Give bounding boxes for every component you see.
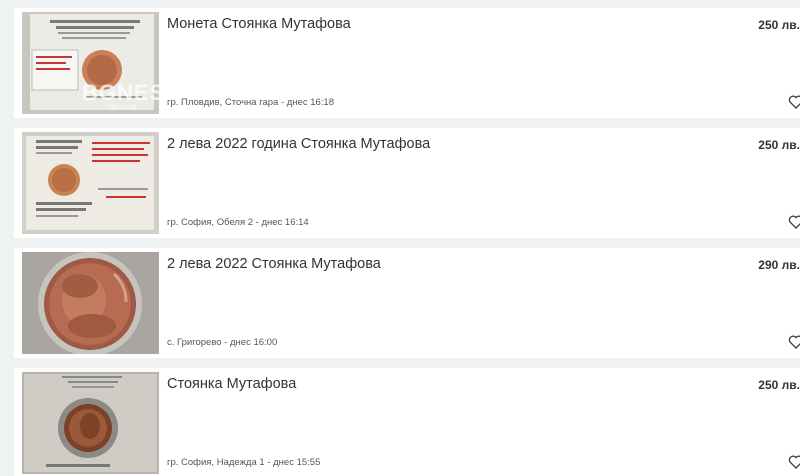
- watermark-subtext: bgnes.bg: [108, 104, 137, 111]
- listing-photo[interactable]: [22, 372, 159, 474]
- listing-title[interactable]: 2 лева 2022 година Стоянка Мутафова: [167, 136, 430, 152]
- listing-location-time: гр. Пловдив, Сточна гара - днес 16:18: [167, 97, 334, 108]
- listing-card[interactable]: BGNES bgnes.bg Монета Стоянка Мутафова г…: [14, 8, 800, 118]
- heart-outline-icon[interactable]: [788, 214, 800, 230]
- watermark-logo: BGNES: [82, 80, 159, 105]
- listing-location-time: гр. София, Надежда 1 - днес 15:55: [167, 457, 321, 468]
- listing-photo[interactable]: [22, 132, 159, 234]
- heart-outline-icon[interactable]: [788, 334, 800, 350]
- listing-title[interactable]: 2 лева 2022 Стоянка Мутафова: [167, 256, 381, 272]
- listing-photo[interactable]: [22, 252, 159, 354]
- heart-outline-icon[interactable]: [788, 94, 800, 110]
- listing-card[interactable]: 2 лева 2022 Стоянка Мутафова с. Григорев…: [14, 248, 800, 358]
- listing-card[interactable]: 2 лева 2022 година Стоянка Мутафова гр. …: [14, 128, 800, 238]
- listing-title[interactable]: Стоянка Мутафова: [167, 376, 296, 392]
- listing-price: 290 лв.: [758, 258, 800, 272]
- listing-title[interactable]: Монета Стоянка Мутафова: [167, 16, 351, 32]
- listing-price: 250 лв.: [758, 138, 800, 152]
- listing-card[interactable]: Стоянка Мутафова гр. София, Надежда 1 - …: [14, 368, 800, 476]
- heart-outline-icon[interactable]: [788, 454, 800, 470]
- listing-location-time: гр. София, Обеля 2 - днес 16:14: [167, 217, 309, 228]
- listing-price: 250 лв.: [758, 378, 800, 392]
- listing-location-time: с. Григорево - днес 16:00: [167, 337, 278, 348]
- listing-price: 250 лв.: [758, 18, 800, 32]
- listing-photo[interactable]: BGNES bgnes.bg: [22, 12, 159, 114]
